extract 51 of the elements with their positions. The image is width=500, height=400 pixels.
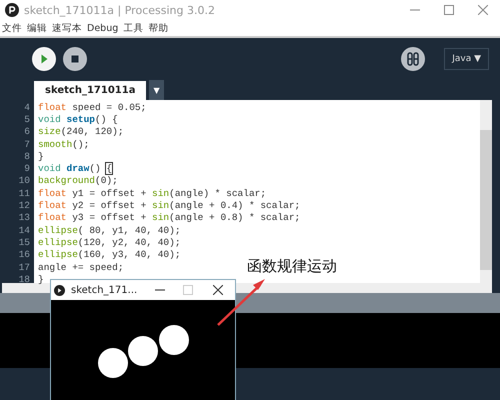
code-line: ellipse( 80, y1, 40, 40); [38,224,181,236]
window-title: sketch_171011a | Processing 3.0.2 [24,4,215,16]
run-button[interactable] [32,47,56,71]
line-number: 16 [18,249,30,260]
menu-item[interactable]: 帮助 [148,22,168,34]
app-logo-icon [5,3,19,17]
line-number: 18 [18,274,30,285]
line-number: 15 [18,236,30,248]
menu-item[interactable]: Debug [87,22,118,34]
code-line: smooth(); [38,138,90,150]
line-number: 17 [18,262,30,272]
window-title: sketch_171... [71,284,138,296]
line-number: 9 [23,163,30,174]
maximize-icon[interactable] [444,5,454,15]
line-number: 5 [23,114,30,125]
menu-item[interactable]: 速写本 [52,22,82,34]
menu-item[interactable]: 编辑 [27,22,47,34]
line-number: 13 [18,212,30,224]
code-line: } [38,274,44,285]
vertical-scrollbar[interactable] [480,100,492,283]
close-icon[interactable] [213,285,224,295]
code-line: size(240, 120); [38,126,124,138]
tab-menu-button[interactable]: ▼ [149,80,164,100]
code-line: float y1 = offset + sin(angle) * scalar; [38,188,266,199]
line-number: 11 [18,188,30,199]
app-logo-icon [54,284,65,296]
line-number: 4 [23,102,30,113]
line-number: 7 [23,138,30,150]
code-line: void draw() { [38,163,112,174]
annotation-text: 函数规律运动 [247,257,337,276]
code-line: background(0); [38,175,118,186]
menu-item[interactable]: 文件 [2,22,22,34]
code-line: } [38,150,44,162]
line-number: 14 [18,224,30,236]
code-line: ellipse(160, y3, 40, 40); [38,249,181,260]
sketch-tab[interactable]: sketch_171011a [34,81,146,100]
mode-selector[interactable]: Java ▼ [444,48,489,70]
line-number: 10 [18,175,30,186]
annotation-arrow [216,277,266,327]
line-number: 8 [23,150,30,162]
debugger-button[interactable] [401,47,426,71]
code-line: angle += speed; [38,262,124,272]
line-number: 12 [18,200,30,212]
code-line: float y2 = offset + sin(angle + 0.4) * scalar; [38,200,300,212]
code-line: ellipse(120, y2, 40, 40); [38,236,181,248]
code-line: void setup() { [38,114,118,125]
code-line: float y3 = offset + sin(angle + 0.8) * scalar; [38,212,300,224]
stop-button[interactable] [63,47,87,71]
code-line: float speed = 0.05; [38,102,146,113]
menu-item[interactable]: 工具 [123,22,144,34]
line-number: 6 [23,126,30,138]
